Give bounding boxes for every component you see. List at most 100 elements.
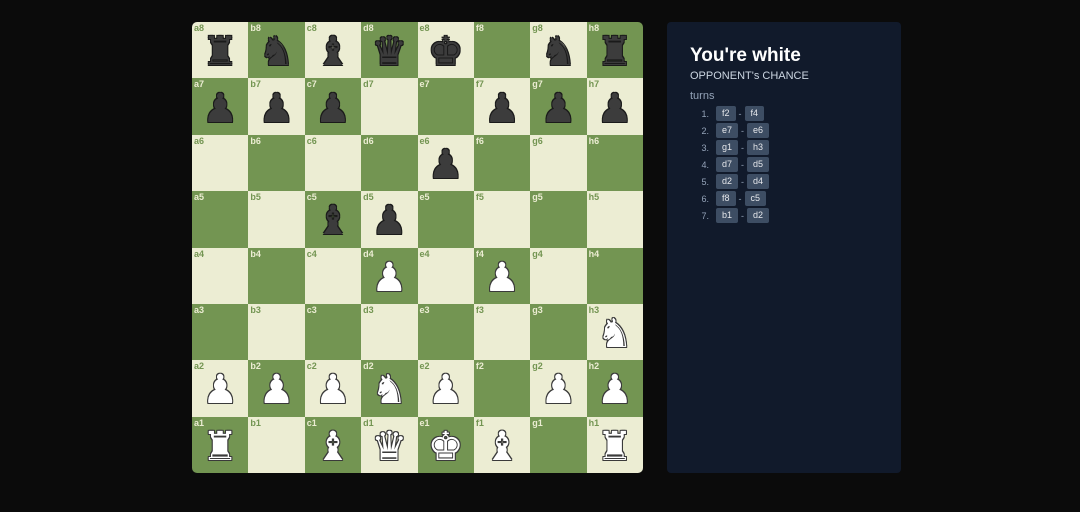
square-a5[interactable]: a5	[192, 191, 249, 248]
white-bishop-icon[interactable]: ♝	[315, 427, 351, 467]
square-f2[interactable]: f2	[473, 360, 531, 417]
square-g2[interactable]: g2 ♟	[530, 360, 587, 417]
square-b2[interactable]: b2 ♟	[248, 360, 305, 417]
black-bishop-icon[interactable]: ♝	[315, 32, 351, 72]
white-pawn-icon[interactable]: ♟	[259, 370, 295, 410]
square-c8[interactable]: c8 ♝	[304, 22, 362, 79]
move-to-square[interactable]: h3	[747, 140, 770, 155]
move-from-square[interactable]: e7	[716, 123, 739, 138]
square-b7[interactable]: b7 ♟	[248, 78, 305, 135]
square-a8[interactable]: a8 ♜	[192, 22, 249, 79]
square-f1[interactable]: f1 ♝	[473, 416, 531, 473]
black-knight-icon[interactable]: ♞	[259, 32, 295, 72]
square-d5[interactable]: d5 ♟	[361, 191, 418, 248]
square-c1[interactable]: c1 ♝	[304, 416, 362, 473]
black-pawn-icon[interactable]: ♟	[484, 89, 520, 129]
square-g6[interactable]: g6	[530, 134, 587, 192]
white-pawn-icon[interactable]: ♟	[428, 370, 464, 410]
white-knight-icon[interactable]: ♞	[371, 370, 407, 410]
move-to-square[interactable]: c5	[744, 191, 767, 206]
white-knight-icon[interactable]: ♞	[597, 314, 633, 354]
square-f8[interactable]: f8	[473, 22, 531, 79]
white-pawn-icon[interactable]: ♟	[597, 370, 633, 410]
square-h8[interactable]: h8 ♜	[586, 22, 643, 79]
move-from-square[interactable]: g1	[716, 140, 739, 155]
black-rook-icon[interactable]: ♜	[597, 32, 633, 72]
move-from-square[interactable]: f8	[716, 191, 736, 206]
square-g3[interactable]: g3	[530, 303, 587, 361]
square-e7[interactable]: e7	[417, 78, 474, 135]
move-to-square[interactable]: f4	[744, 106, 765, 121]
square-g5[interactable]: g5	[530, 191, 587, 248]
white-pawn-icon[interactable]: ♟	[484, 258, 520, 298]
square-e2[interactable]: e2 ♟	[417, 360, 474, 417]
white-pawn-icon[interactable]: ♟	[541, 370, 577, 410]
square-g4[interactable]: g4	[530, 247, 587, 304]
black-pawn-icon[interactable]: ♟	[371, 201, 407, 241]
square-f4[interactable]: f4 ♟	[473, 247, 531, 304]
square-f5[interactable]: f5	[473, 191, 531, 248]
black-pawn-icon[interactable]: ♟	[259, 89, 295, 129]
square-a3[interactable]: a3	[192, 303, 249, 361]
move-to-square[interactable]: d2	[747, 208, 770, 223]
square-e8[interactable]: e8 ♚	[417, 22, 474, 79]
move-to-square[interactable]: e6	[747, 123, 770, 138]
square-d6[interactable]: d6	[361, 134, 418, 192]
black-pawn-icon[interactable]: ♟	[428, 145, 464, 185]
square-e6[interactable]: e6 ♟	[417, 134, 474, 192]
white-pawn-icon[interactable]: ♟	[315, 370, 351, 410]
black-pawn-icon[interactable]: ♟	[202, 89, 238, 129]
square-a2[interactable]: a2 ♟	[192, 360, 249, 417]
square-g8[interactable]: g8 ♞	[530, 22, 587, 79]
white-queen-icon[interactable]: ♛	[371, 427, 407, 467]
square-b5[interactable]: b5	[248, 191, 305, 248]
square-e1[interactable]: e1 ♚	[417, 416, 474, 473]
square-d3[interactable]: d3	[361, 303, 418, 361]
square-c2[interactable]: c2 ♟	[304, 360, 362, 417]
square-h7[interactable]: h7 ♟	[586, 78, 643, 135]
square-h1[interactable]: h1 ♜	[586, 416, 643, 473]
square-c6[interactable]: c6	[304, 134, 362, 192]
white-rook-icon[interactable]: ♜	[597, 427, 633, 467]
black-rook-icon[interactable]: ♜	[202, 32, 238, 72]
move-from-square[interactable]: f2	[716, 106, 736, 121]
white-rook-icon[interactable]: ♜	[202, 427, 238, 467]
square-c7[interactable]: c7 ♟	[304, 78, 362, 135]
square-a6[interactable]: a6	[192, 134, 249, 192]
white-bishop-icon[interactable]: ♝	[484, 427, 520, 467]
move-to-square[interactable]: d4	[747, 174, 770, 189]
black-bishop-icon[interactable]: ♝	[315, 201, 351, 241]
square-b1[interactable]: b1	[248, 416, 305, 473]
black-pawn-icon[interactable]: ♟	[541, 89, 577, 129]
square-d7[interactable]: d7	[361, 78, 418, 135]
black-pawn-icon[interactable]: ♟	[315, 89, 351, 129]
black-queen-icon[interactable]: ♛	[371, 32, 407, 72]
square-f6[interactable]: f6	[473, 134, 531, 192]
square-f3[interactable]: f3	[473, 303, 531, 361]
square-h6[interactable]: h6	[586, 134, 643, 192]
square-h4[interactable]: h4	[586, 247, 643, 304]
black-knight-icon[interactable]: ♞	[541, 32, 577, 72]
square-g7[interactable]: g7 ♟	[530, 78, 587, 135]
black-pawn-icon[interactable]: ♟	[597, 89, 633, 129]
square-c4[interactable]: c4	[304, 247, 362, 304]
square-d2[interactable]: d2 ♞	[361, 360, 418, 417]
square-e3[interactable]: e3	[417, 303, 474, 361]
square-a1[interactable]: a1 ♜	[192, 416, 249, 473]
white-pawn-icon[interactable]: ♟	[202, 370, 238, 410]
square-d1[interactable]: d1 ♛	[361, 416, 418, 473]
square-h2[interactable]: h2 ♟	[586, 360, 643, 417]
white-king-icon[interactable]: ♚	[428, 427, 464, 467]
square-h5[interactable]: h5	[586, 191, 643, 248]
move-from-square[interactable]: b1	[716, 208, 739, 223]
square-b6[interactable]: b6	[248, 134, 305, 192]
move-from-square[interactable]: d2	[716, 174, 739, 189]
square-e4[interactable]: e4	[417, 247, 474, 304]
move-to-square[interactable]: d5	[747, 157, 770, 172]
square-h3[interactable]: h3 ♞	[586, 303, 643, 361]
square-d8[interactable]: d8 ♛	[361, 22, 418, 79]
square-a7[interactable]: a7 ♟	[192, 78, 249, 135]
square-a4[interactable]: a4	[192, 247, 249, 304]
square-b8[interactable]: b8 ♞	[248, 22, 305, 79]
square-f7[interactable]: f7 ♟	[473, 78, 531, 135]
